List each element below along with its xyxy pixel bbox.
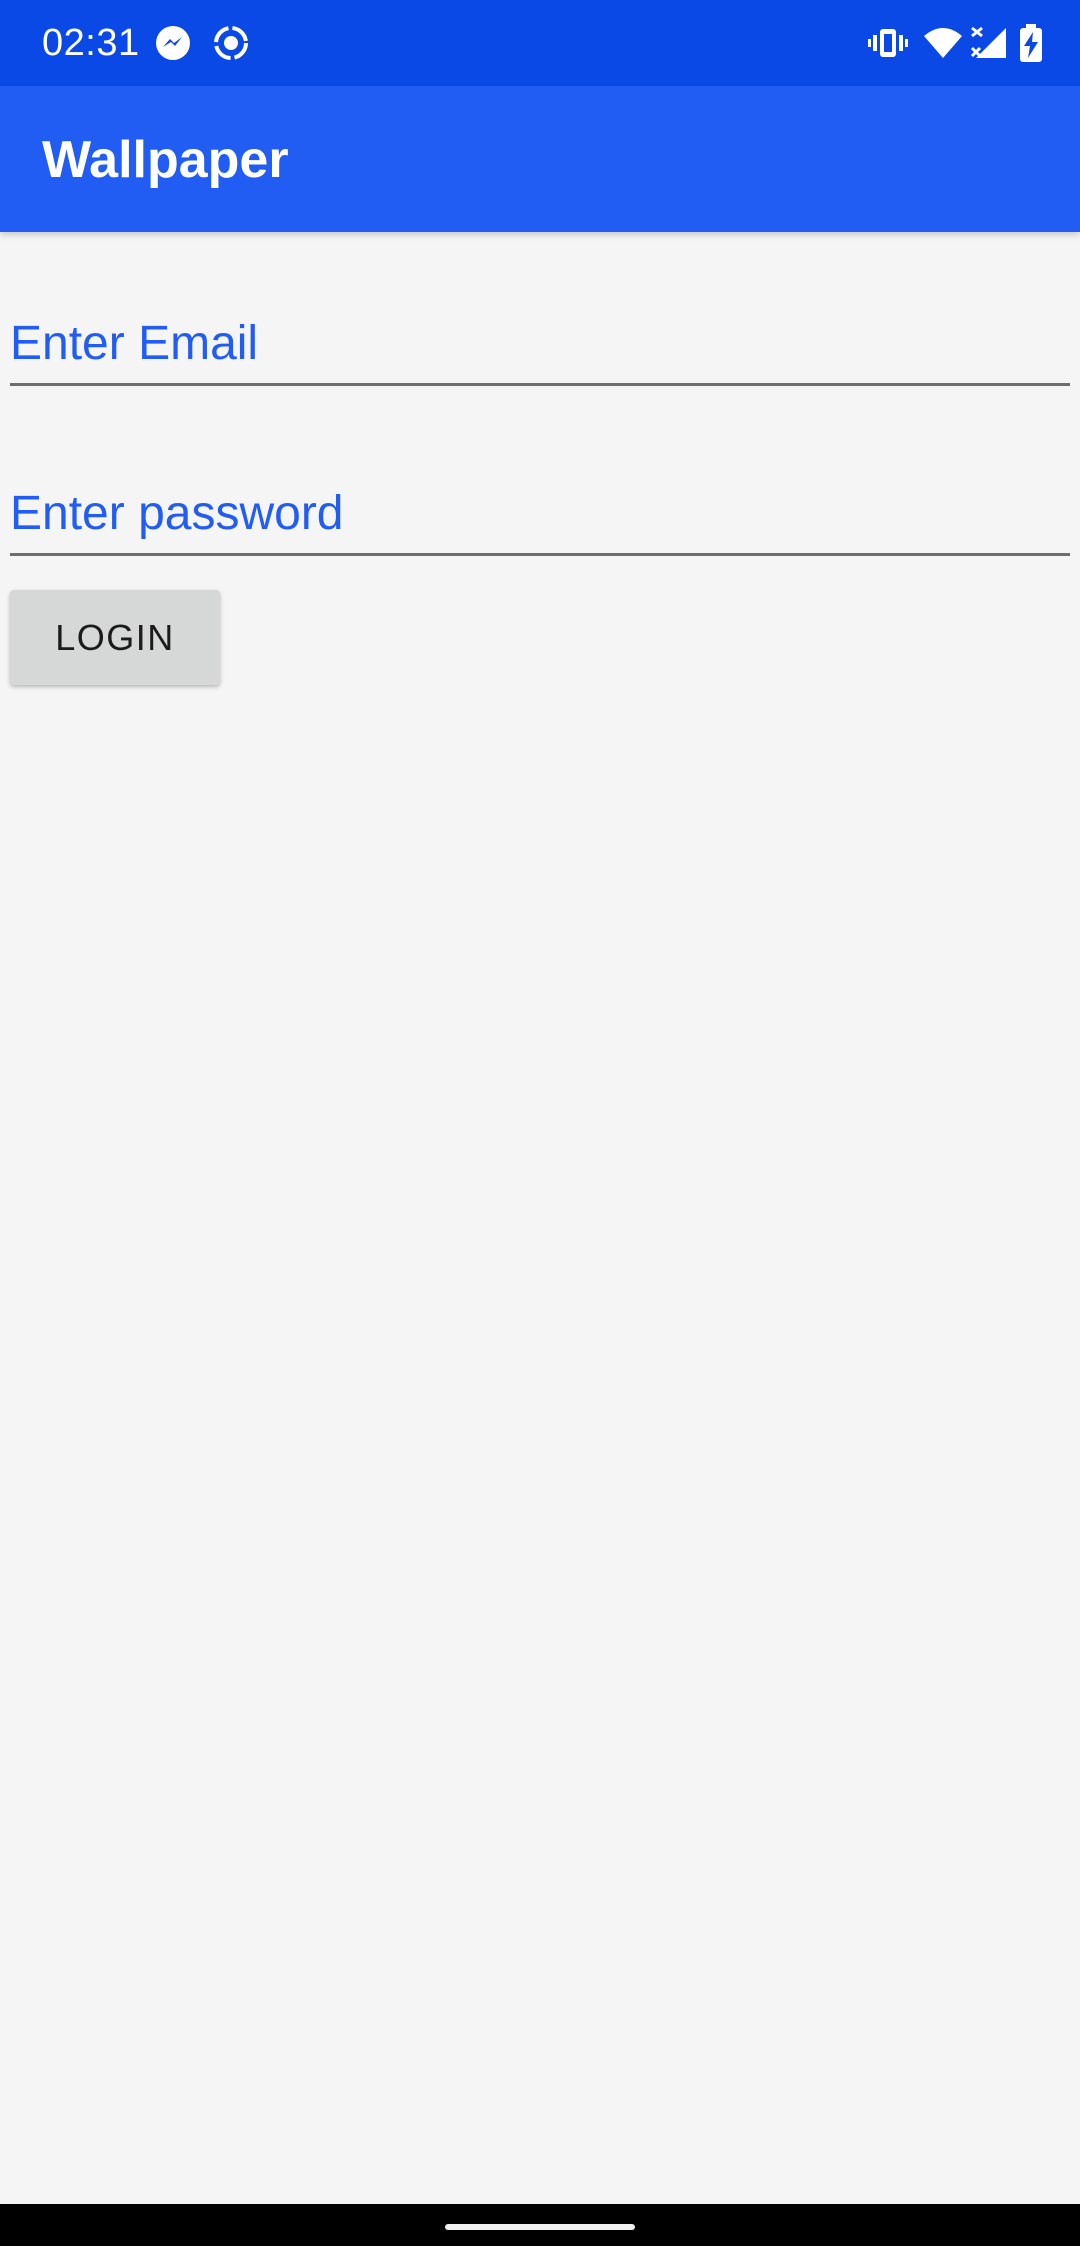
- email-field[interactable]: [10, 313, 1070, 373]
- wifi-icon: [924, 28, 962, 58]
- status-time: 02:31: [42, 22, 140, 64]
- login-screen: 02:31 Wallpaper Enter Email LOGIN: [0, 0, 1080, 2246]
- status-bar: 02:31: [0, 0, 1080, 86]
- messenger-icon: [156, 26, 190, 60]
- home-gesture-handle[interactable]: [445, 2224, 635, 2230]
- password-field[interactable]: [10, 483, 1070, 543]
- no-signal-icon: [970, 26, 1006, 58]
- navigation-bar: [0, 2204, 1080, 2246]
- app-title: Wallpaper: [42, 131, 289, 189]
- vibrate-icon: [868, 29, 908, 57]
- login-button[interactable]: LOGIN: [10, 590, 220, 685]
- screen-record-icon: [214, 26, 248, 60]
- app-bar: Wallpaper: [0, 86, 1080, 232]
- password-field-container: [10, 476, 1070, 556]
- email-field-container: [10, 306, 1070, 386]
- battery-charging-icon: [1020, 24, 1042, 62]
